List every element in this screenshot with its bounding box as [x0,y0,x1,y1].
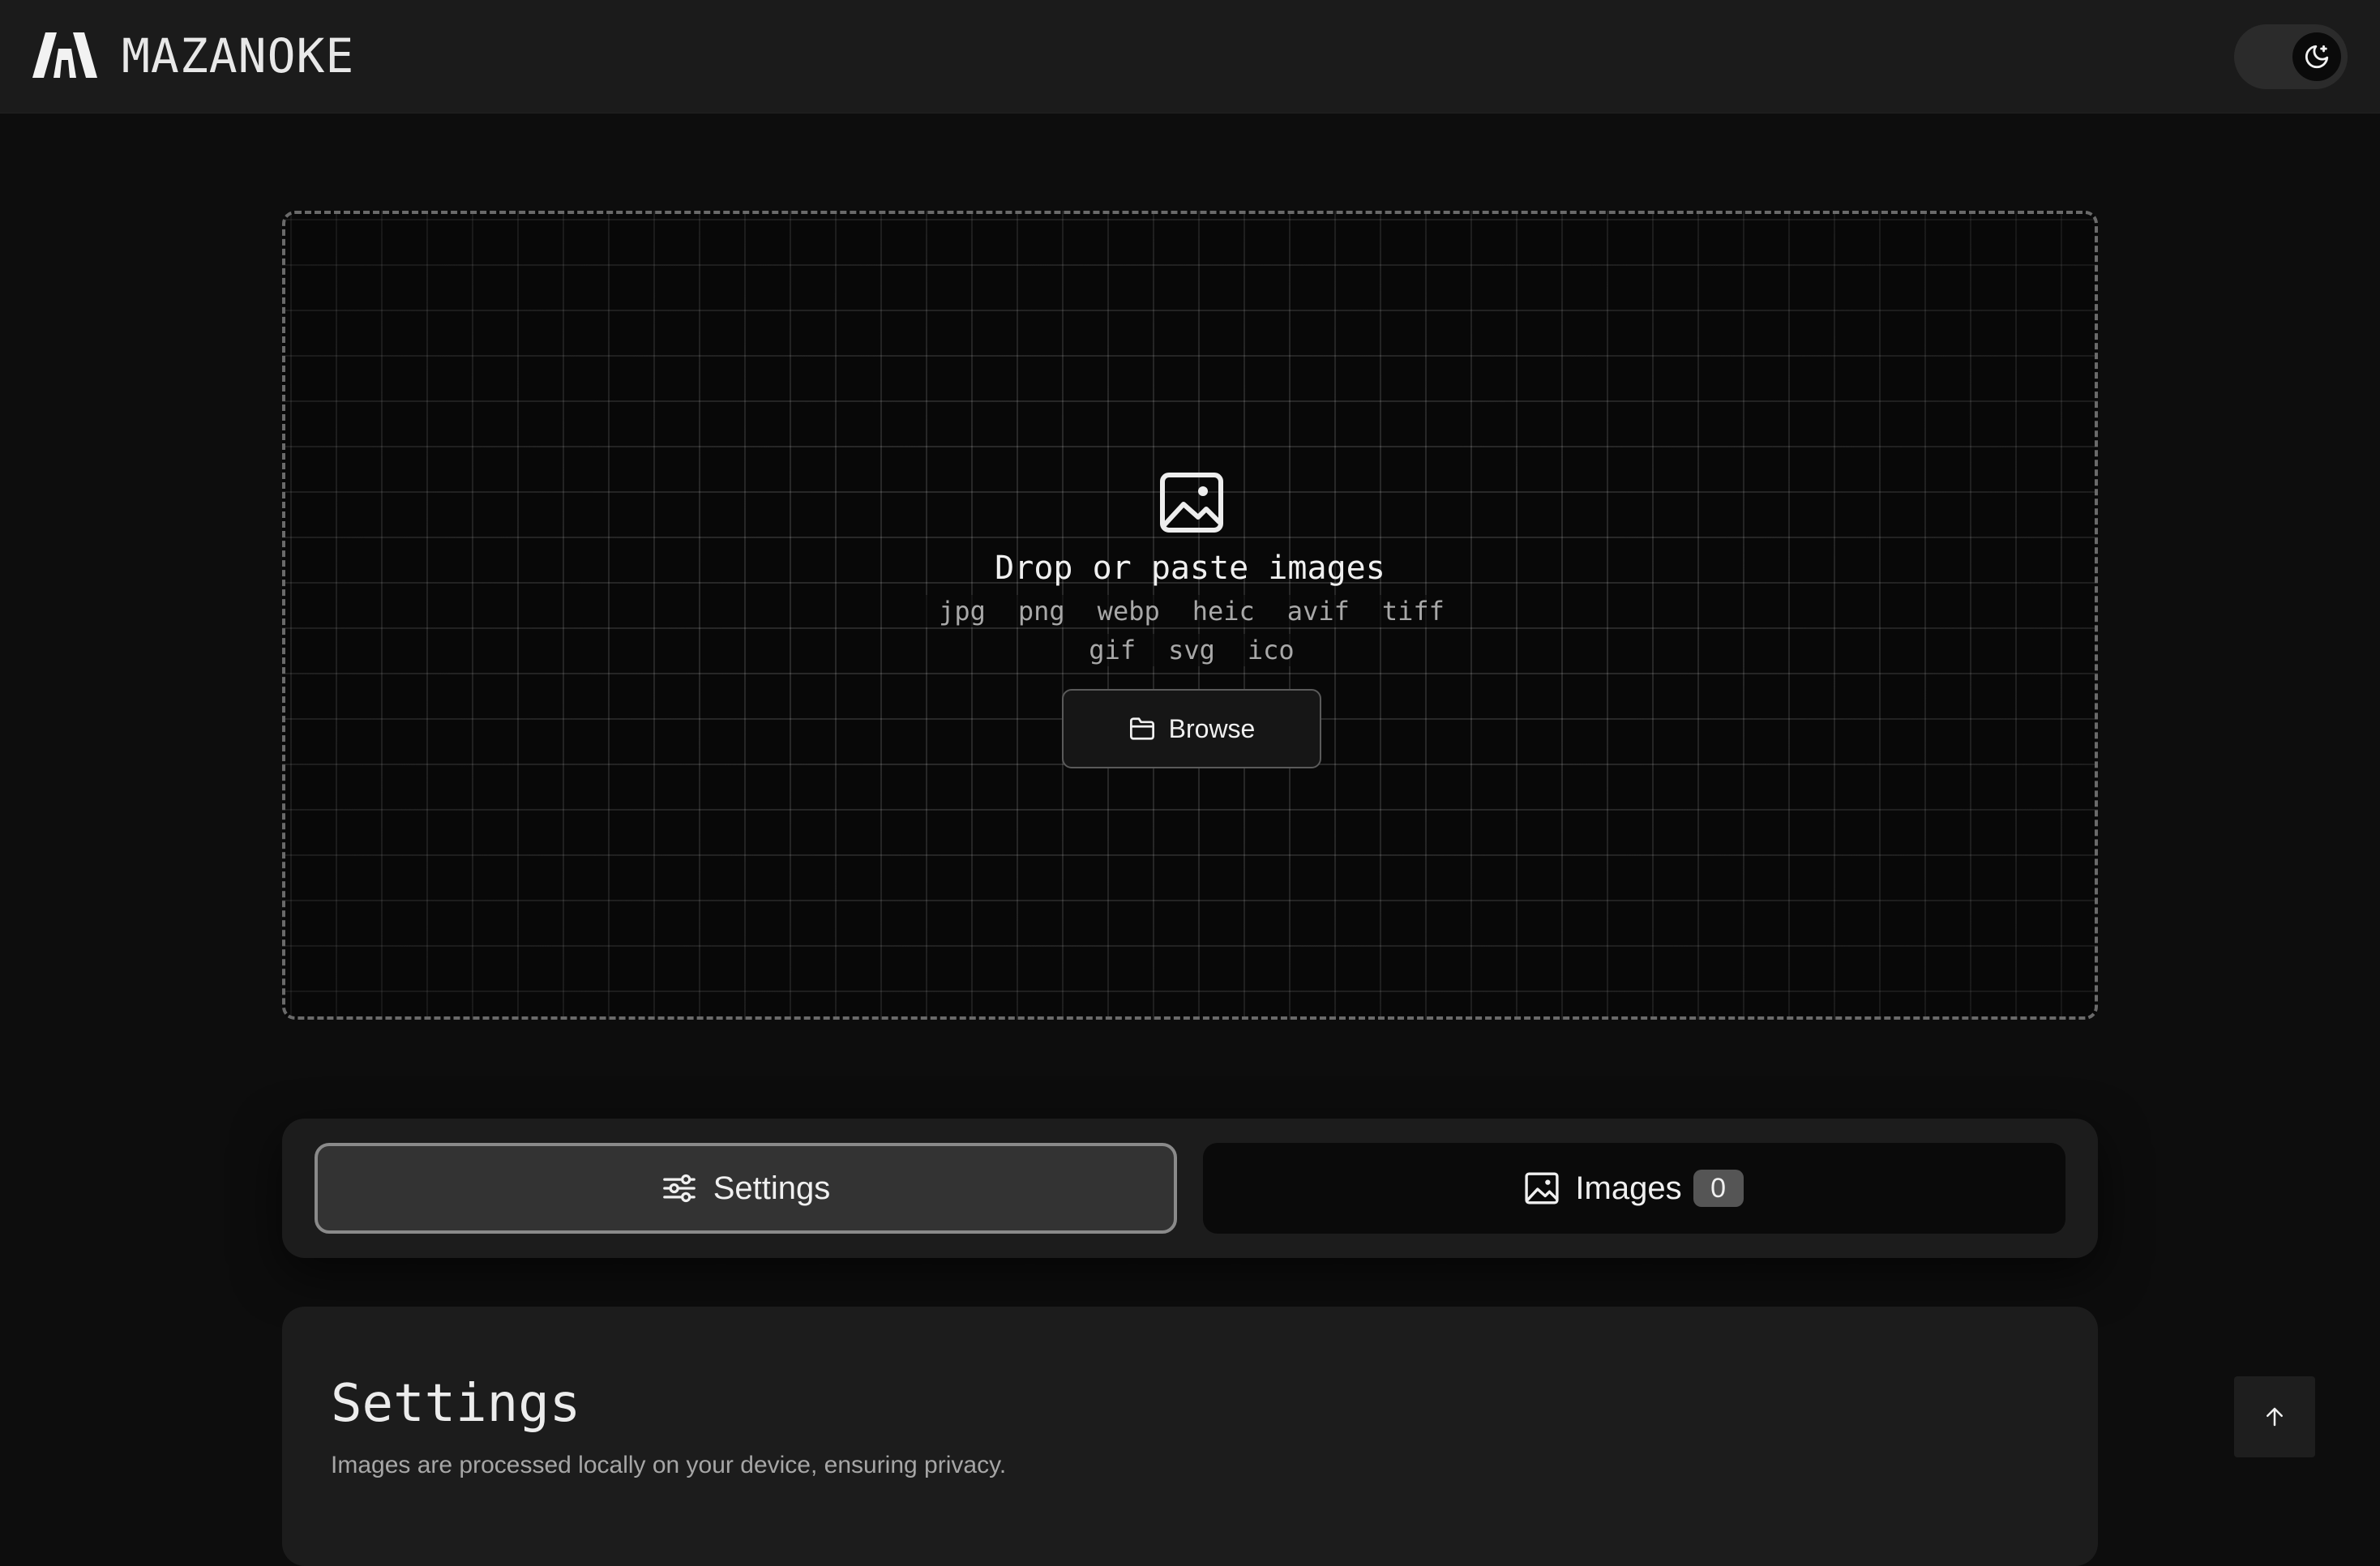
format-png: png [1001,595,1081,627]
tab-images[interactable]: Images 0 [1203,1143,2065,1234]
image-icon [1525,1172,1559,1204]
scroll-to-top-button[interactable] [2234,1376,2315,1457]
brand-name[interactable]: MAZANOKE [122,28,354,84]
settings-title: Settings [331,1374,581,1434]
theme-toggle-knob[interactable] [2292,32,2341,81]
moon-icon [2305,45,2329,69]
tab-bar: Settings Images 0 [282,1119,2098,1258]
sliders-icon [662,1174,696,1203]
browse-label: Browse [1168,713,1256,743]
image-dropzone[interactable]: Drop or paste images jpg png webp heic a… [282,211,2098,1020]
format-tiff: tiff [1365,595,1461,627]
format-heic: heic [1175,595,1271,627]
images-count-badge: 0 [1693,1170,1744,1207]
theme-toggle[interactable] [2234,24,2348,89]
format-jpg: jpg [922,595,1002,627]
tab-settings[interactable]: Settings [315,1143,1177,1234]
format-webp: webp [1081,595,1176,627]
tab-settings-label: Settings [713,1170,831,1206]
browse-button[interactable]: Browse [1062,689,1321,768]
mazanoke-logo-icon[interactable] [32,32,97,78]
format-ico: ico [1231,634,1311,666]
settings-description: Images are processed locally on your dev… [331,1452,1007,1478]
dropzone-title: Drop or paste images [995,550,1385,587]
app-header: MAZANOKE [0,0,2380,113]
tab-images-label: Images [1575,1170,1682,1206]
format-avif: avif [1270,595,1366,627]
format-svg: svg [1152,634,1231,666]
supported-formats: jpg png webp heic avif tiff gif svg ico [908,595,1475,666]
settings-panel: Settings Images are processed locally on… [282,1307,2098,1566]
format-gif: gif [1072,634,1153,666]
image-icon [1160,473,1223,533]
arrow-up-icon [2267,1407,2283,1427]
folder-icon [1129,717,1154,740]
